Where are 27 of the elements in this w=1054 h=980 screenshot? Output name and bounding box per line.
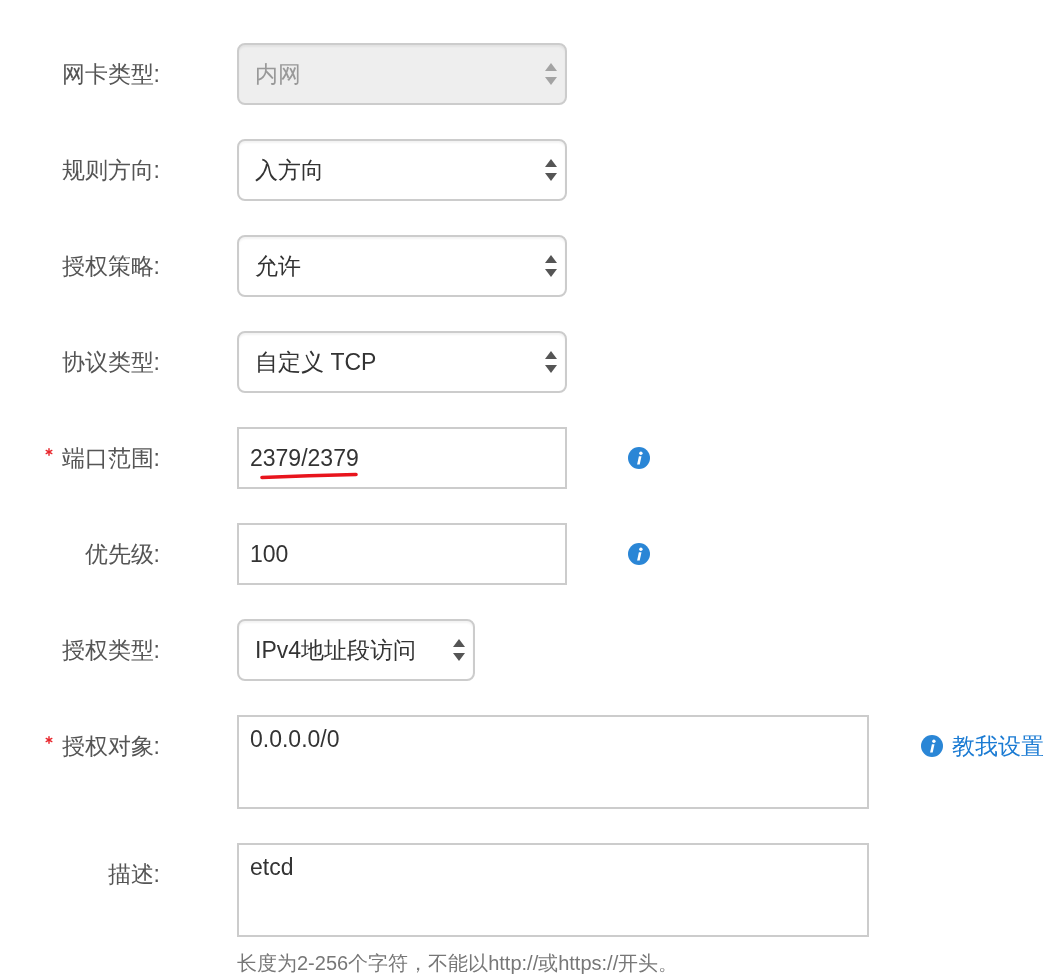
field-label: 授权对象: [61,731,160,761]
text-area[interactable]: etcd [237,843,869,937]
field-label: 网卡类型: [61,59,160,89]
field-label: 优先级: [84,539,160,569]
help-link[interactable]: 教我设置 [921,728,1044,764]
up-down-arrows-icon [545,351,557,373]
info-icon [628,447,650,469]
field-label: 授权类型: [61,635,160,665]
dropdown[interactable]: 允许 [237,235,567,297]
dropdown[interactable]: 入方向 [237,139,567,201]
field-label: 端口范围: [61,443,160,473]
info-icon [921,735,943,757]
dropdown[interactable]: 自定义 TCP [237,331,567,393]
up-down-arrows-icon [545,63,557,85]
info-icon [628,543,650,565]
field-label: 规则方向: [61,155,160,185]
text-area[interactable]: 0.0.0.0/0 [237,715,869,809]
up-down-arrows-icon [453,639,465,661]
field-label: 授权策略: [61,251,160,281]
hint-text: 长度为2-256个字符，不能以http://或https://开头。 [237,951,679,975]
up-down-arrows-icon [545,255,557,277]
text-field[interactable]: 100 [237,523,567,585]
field-label: 描述: [107,859,160,889]
up-down-arrows-icon [545,159,557,181]
dropdown[interactable]: IPv4地址段访问 [237,619,475,681]
field-label: 协议类型: [61,347,160,377]
text-field[interactable]: 2379/2379 [237,427,567,489]
